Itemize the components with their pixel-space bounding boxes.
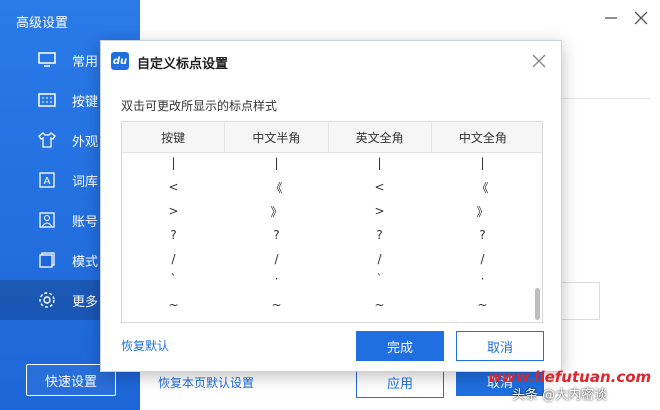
sidebar-item-label: 外观	[72, 134, 99, 150]
table-cell[interactable]: ?	[431, 224, 534, 246]
minimize-icon[interactable]	[604, 10, 618, 29]
table-row[interactable]: | | | |	[122, 152, 534, 174]
table-cell[interactable]: ?	[328, 224, 431, 246]
table-row[interactable]: ~ ~ ~ ~	[122, 294, 534, 316]
table-cell[interactable]: ·	[431, 268, 534, 290]
table-cell[interactable]: <	[122, 176, 225, 198]
table-cell[interactable]: ~	[431, 294, 534, 316]
table-row[interactable]: ` · ` ·	[122, 268, 534, 290]
sidebar-item-label: 词库	[72, 174, 99, 190]
dialog-subtitle: 双击可更改所显示的标点样式	[121, 99, 278, 113]
dialog-title: 自定义标点设置	[137, 57, 229, 72]
dialog-close-icon[interactable]	[529, 51, 549, 71]
monitor-icon	[38, 51, 56, 69]
table-cell[interactable]: `	[328, 268, 431, 290]
punctuation-dialog: du 自定义标点设置 双击可更改所显示的标点样式 按键 中文半角 英文全角 中文…	[100, 40, 562, 372]
mode-icon	[38, 251, 56, 269]
column-header: 中文半角	[225, 122, 329, 152]
sidebar-item-label: 常用	[72, 54, 99, 70]
table-cell[interactable]: >	[122, 200, 225, 222]
close-icon[interactable]	[634, 10, 648, 29]
sidebar-item-label: 账号	[72, 214, 99, 230]
table-header: 按键 中文半角 英文全角 中文全角	[122, 122, 542, 153]
table-cell[interactable]: /	[328, 248, 431, 270]
table-cell[interactable]: 》	[225, 200, 328, 222]
table-cell[interactable]: ·	[225, 268, 328, 290]
table-row[interactable]: < 《 < 《	[122, 176, 534, 198]
table-cell[interactable]: ?	[225, 224, 328, 246]
sidebar-item-label: 按键	[72, 94, 99, 110]
letter-a-icon: A	[38, 171, 56, 189]
restore-default-link[interactable]: 恢复默认	[121, 337, 169, 354]
table-cell[interactable]: 《	[431, 176, 534, 198]
table-row[interactable]: / / / /	[122, 248, 534, 270]
table-cell[interactable]: |	[122, 152, 225, 174]
dialog-header: du 自定义标点设置	[101, 41, 561, 81]
svg-text:A: A	[44, 176, 51, 187]
table-cell[interactable]: ~	[122, 294, 225, 316]
punctuation-table: 按键 中文半角 英文全角 中文全角 | | | | < 《 < 《 > 》 > …	[121, 121, 543, 323]
column-header: 英文全角	[329, 122, 432, 152]
table-cell[interactable]: /	[431, 248, 534, 270]
table-scrollbar[interactable]	[535, 288, 540, 320]
table-cell[interactable]: `	[122, 268, 225, 290]
table-cell[interactable]: |	[225, 152, 328, 174]
table-cell[interactable]: |	[431, 152, 534, 174]
divider	[560, 98, 650, 99]
gear-icon	[38, 291, 56, 309]
restore-page-default-link[interactable]: 恢复本页默认设置	[158, 374, 254, 391]
column-header: 按键	[122, 122, 226, 152]
table-cell[interactable]: 》	[431, 200, 534, 222]
sidebar-title: 高级设置	[16, 16, 69, 31]
table-row[interactable]: ? ? ? ?	[122, 224, 534, 246]
table-row[interactable]: > 》 > 》	[122, 200, 534, 222]
keyboard-icon	[38, 91, 56, 109]
table-cell[interactable]: ~	[328, 294, 431, 316]
table-cell[interactable]: <	[328, 176, 431, 198]
table-cell[interactable]: >	[328, 200, 431, 222]
user-icon	[38, 211, 56, 229]
table-body: | | | | < 《 < 《 > 》 > 》 ? ? ? ? / / / / …	[122, 152, 534, 322]
table-cell[interactable]: 《	[225, 176, 328, 198]
table-cell[interactable]: /	[225, 248, 328, 270]
column-header: 中文全角	[458, 130, 507, 145]
table-cell[interactable]: ?	[122, 224, 225, 246]
sidebar-item-label: 更多	[72, 294, 99, 310]
done-button[interactable]: 完成	[356, 331, 444, 361]
sidebar-item-label: 模式	[72, 254, 99, 270]
input-box[interactable]	[560, 282, 600, 320]
table-cell[interactable]: /	[122, 248, 225, 270]
table-cell[interactable]: |	[328, 152, 431, 174]
du-logo-icon: du	[111, 52, 129, 70]
table-cell[interactable]: ~	[225, 294, 328, 316]
watermark-text: 头条 @大内密谈	[512, 388, 608, 403]
cancel-button[interactable]: 取消	[456, 331, 544, 361]
shirt-icon	[38, 131, 56, 149]
